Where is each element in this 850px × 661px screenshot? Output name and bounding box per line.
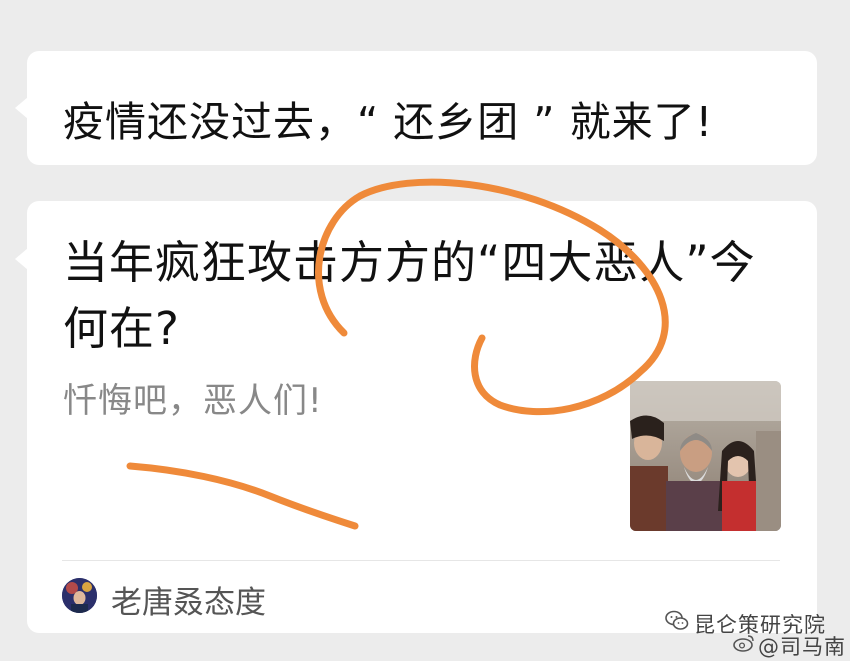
wechat-icon [665,610,689,632]
bubble-tail [15,97,28,119]
article-title-line-2: 何在? [63,302,180,355]
watermark-handle: @司马南 [758,635,846,659]
account-name[interactable]: 老唐叒态度 [111,577,266,622]
article-summary: 忏悔吧，恶人们! [63,381,323,421]
bubble-tail [15,248,28,270]
article-thumbnail[interactable] [630,381,781,531]
account-avatar [62,578,97,613]
article-title-line-1: 当年疯狂攻击方方的“四大恶人”今 [63,236,756,289]
card-divider [62,560,780,561]
drama-still-image [630,381,781,531]
weibo-icon [733,633,755,653]
message-1-title: 疫情还没过去，“ 还乡团 ” 就来了! [63,98,714,146]
account-avatar-icon[interactable] [62,578,97,613]
